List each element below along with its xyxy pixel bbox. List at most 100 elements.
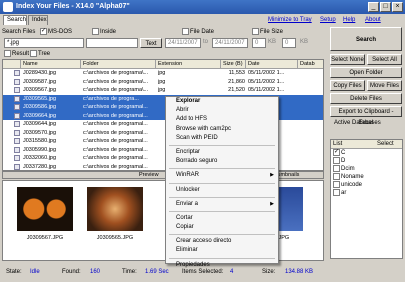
table-row[interactable]: J0289430.jpg c:\archivos de programa\... j… [3,69,323,78]
size-from-input[interactable]: 0 [252,38,266,48]
db-item[interactable]: ar [331,189,402,197]
row-folder: c:\archivos de programal... [83,121,148,127]
row-folder: c:\archivos de programal... [83,129,148,136]
menu-item-browse-with-cam2pc[interactable]: Browse with cam2pc [166,125,278,134]
file-size-checkbox[interactable]: File Size [252,26,283,38]
delete-files-button[interactable]: Delete Files [330,93,402,104]
menu-item-label: WinRAR [176,172,200,179]
file-date-checkbox[interactable]: File Date [182,26,214,38]
tab-index[interactable]: Index [28,15,48,25]
menu-item-unlocker[interactable]: Unlocker [166,186,278,195]
db-checkbox[interactable] [333,165,340,172]
db-item[interactable]: D [331,157,402,165]
thumbnail-label-2: J0309565.JPG [96,235,134,241]
db-checkbox[interactable] [333,181,340,188]
menu-item-explorar[interactable]: Explorar [166,97,278,106]
select-none-button[interactable]: Select None [330,54,365,65]
db-header: List Select [331,140,402,149]
thumbnail-image-1[interactable] [17,187,73,231]
inside-checkbox[interactable]: Inside [92,26,116,38]
col-extension[interactable]: Extension [156,60,221,69]
select-all-button[interactable]: Select All [367,54,402,65]
search-options: Search Files ✓ MS-DOS Inside File Date Fi… [2,26,324,38]
database-list[interactable]: List Select ✓ C D Dcim Noname unicode ar [330,139,403,259]
db-item[interactable]: ✓ C [331,149,402,157]
text-button[interactable]: Text [140,38,162,48]
db-label: unicode [341,182,363,189]
col-folder[interactable]: Folder [81,60,156,69]
col-database[interactable]: Datab [298,60,323,69]
db-checkbox[interactable] [333,189,340,196]
col-size[interactable]: Size (B) [221,60,246,69]
db-checkbox[interactable] [333,157,340,164]
move-files-button[interactable]: Move Files [367,80,402,91]
menu-item-scan-with-peid[interactable]: Scan with PEID [166,134,278,143]
inside-text-input[interactable] [86,38,138,48]
menu-item-propiedades[interactable]: Propiedades [166,261,278,270]
export-button[interactable]: Export to Clipboard - Excel [330,106,402,126]
menu-item-cortar[interactable]: Cortar [166,214,278,223]
row-date: 05/11/2002 1... [248,78,285,85]
file-icon [14,95,20,102]
menu-separator [169,182,275,184]
db-select-header[interactable]: Select [377,140,394,149]
app-icon [3,2,13,12]
row-extension: jpg [158,70,166,76]
result-radio[interactable]: Result [4,50,29,57]
menu-item-enviar-a[interactable]: Enviar a ▶ [166,200,278,209]
msdos-checkbox[interactable]: ✓ MS-DOS [40,26,72,38]
setup-link[interactable]: Setup [320,15,336,25]
menu-item-label: Scan with PEID [176,134,218,141]
db-label: D [341,158,346,165]
menu-item-abrir[interactable]: Abrir [166,106,278,115]
menu-item-add-to-hfs[interactable]: Add to HFS [166,115,278,124]
maximize-button[interactable]: □ [380,2,391,12]
menu-item-eliminar[interactable]: Eliminar [166,246,278,255]
table-row[interactable]: J0309567.jpg c:\archivos de programa\... j… [3,86,323,95]
menu-item-label: Browse with cam2pc [176,125,232,132]
copy-files-button[interactable]: Copy Files [330,80,365,91]
search-input[interactable]: *.jpg [4,38,84,48]
table-row[interactable]: J0309587.jpg c:\archivos de programa\... j… [3,78,323,87]
row-folder: c:\archivos de programal... [83,155,148,161]
menu-item-borrado-seguro[interactable]: Borrado seguro [166,157,278,166]
minimize-button[interactable]: _ [368,2,379,12]
tab-search[interactable]: Search [3,15,27,25]
file-icon [14,87,20,93]
help-link[interactable]: Help [343,15,355,25]
size-unit-2: KB [300,39,309,45]
size-to-input[interactable]: 0 [282,38,296,48]
db-checkbox[interactable] [333,173,340,180]
thumbnail-image-2[interactable] [87,187,143,231]
row-date: 05/11/2002 1... [248,70,285,76]
col-date[interactable]: Date [246,60,298,69]
window-title: Index Your Files - X14.0 "Alpha07" [16,3,130,10]
minimize-to-tray-link[interactable]: Minimize to Tray [268,15,312,25]
db-item[interactable]: Dcim [331,165,402,173]
row-name: J0309570.jpg [23,129,57,136]
menu-separator [169,234,275,236]
submenu-arrow-icon: ▶ [270,200,274,207]
file-icon [14,121,20,127]
search-files-label: Search Files [2,29,36,35]
date-to-label: to [203,39,209,45]
row-size: 21,520 [228,87,245,93]
menu-item-copiar[interactable]: Copiar [166,223,278,232]
date-from-input[interactable]: 24/11/2007 [165,38,201,48]
tree-radio[interactable]: Tree [30,50,50,57]
row-name: J0309664.jpg [23,112,57,119]
menu-item-crear-acceso-directo[interactable]: Crear acceso directo [166,237,278,246]
menu-item-winrar[interactable]: WinRAR ▶ [166,171,278,180]
db-label: ar [341,190,347,197]
state-label: State: [6,269,22,275]
col-name[interactable]: Name [21,60,81,69]
menu-item-encriptar[interactable]: Encriptar [166,148,278,157]
db-checkbox[interactable]: ✓ [333,149,340,156]
open-folder-button[interactable]: Open Folder [330,67,402,78]
close-button[interactable]: × [392,2,403,12]
search-button[interactable]: Search [330,27,402,51]
about-link[interactable]: About [365,15,381,25]
db-item[interactable]: Noname [331,173,402,181]
db-item[interactable]: unicode [331,181,402,189]
date-to-input[interactable]: 24/11/2007 [212,38,248,48]
